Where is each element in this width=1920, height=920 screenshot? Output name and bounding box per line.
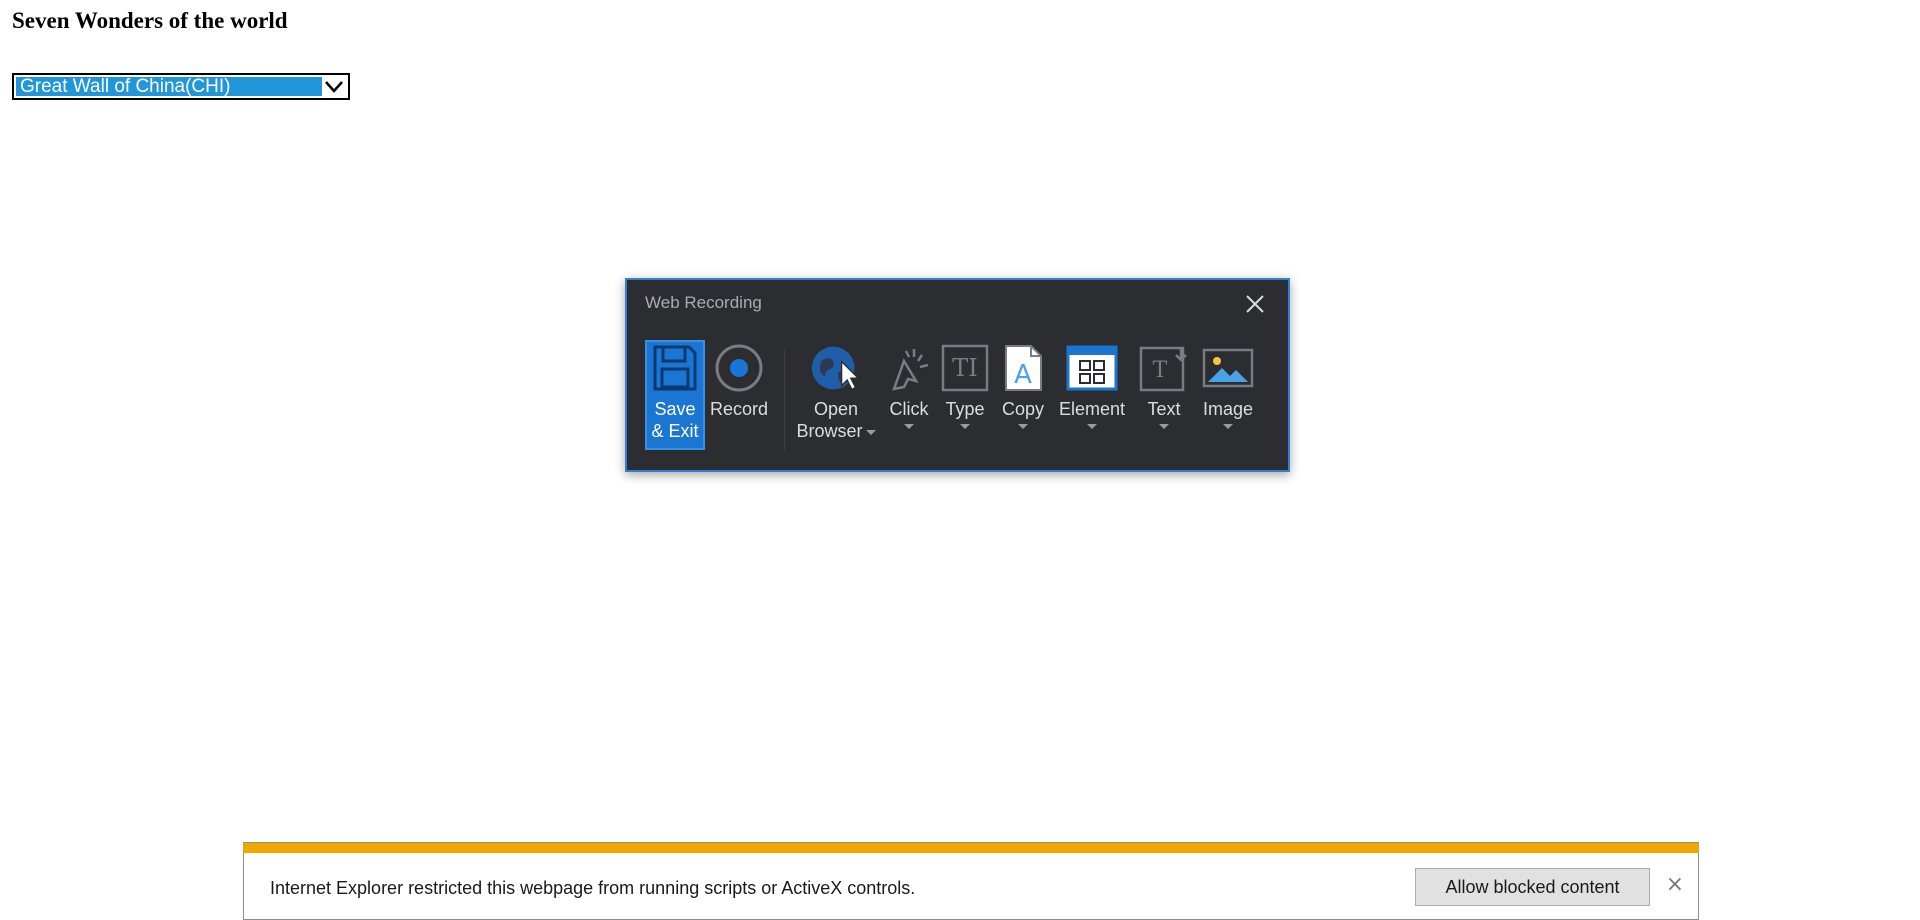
open-browser-button[interactable]: Open Browser <box>795 342 877 448</box>
type-dropdown-caret[interactable] <box>960 424 970 429</box>
element-label: Element <box>1058 399 1126 419</box>
image-icon <box>1202 342 1254 394</box>
globe-cursor-icon <box>810 342 862 394</box>
save-icon <box>649 342 701 394</box>
element-window-icon <box>1066 342 1118 394</box>
copy-button[interactable]: A Copy <box>997 342 1049 448</box>
wonders-select[interactable]: Great Wall of China(CHI) <box>12 73 350 100</box>
copy-label: Copy <box>1001 399 1045 419</box>
copy-dropdown-caret[interactable] <box>1018 424 1028 429</box>
save-exit-label: Save & Exit <box>651 399 699 441</box>
chevron-down-icon[interactable] <box>322 76 346 97</box>
notification-message: Internet Explorer restricted this webpag… <box>270 878 916 898</box>
notification-warning-stripe <box>243 842 1699 853</box>
svg-text:T: T <box>1153 358 1168 383</box>
element-dropdown-caret[interactable] <box>1087 424 1097 429</box>
record-label: Record <box>709 399 769 419</box>
image-label: Image <box>1202 399 1254 419</box>
click-label: Click <box>889 399 929 419</box>
type-button[interactable]: TI Type <box>939 342 991 448</box>
type-label: Type <box>945 399 985 419</box>
click-cursor-icon <box>883 342 935 394</box>
allow-blocked-content-button[interactable]: Allow blocked content <box>1415 868 1650 906</box>
record-icon <box>713 342 765 394</box>
ie-notification-bar: Internet Explorer restricted this webpag… <box>243 842 1699 920</box>
svg-text:TI: TI <box>952 354 978 382</box>
open-browser-dropdown-caret[interactable] <box>865 429 876 435</box>
toolbar-divider <box>784 350 785 450</box>
recorder-title: Web Recording <box>645 293 762 312</box>
select-selected-value: Great Wall of China(CHI) <box>16 77 322 96</box>
document-copy-icon: A <box>997 342 1049 394</box>
text-dropdown-caret[interactable] <box>1159 424 1169 429</box>
type-icon: TI <box>939 342 991 394</box>
click-dropdown-caret[interactable] <box>904 424 914 429</box>
web-recording-panel: Web Recording Save & Exit Record Open Br… <box>625 278 1290 472</box>
image-dropdown-caret[interactable] <box>1223 424 1233 429</box>
save-exit-button[interactable]: Save & Exit <box>645 340 705 450</box>
close-icon[interactable] <box>1244 293 1266 315</box>
close-icon[interactable]: × <box>1666 874 1684 896</box>
image-button[interactable]: Image <box>1197 342 1259 448</box>
svg-text:A: A <box>1014 360 1032 390</box>
click-button[interactable]: Click <box>883 342 935 448</box>
text-icon: T <box>1138 342 1190 394</box>
text-button[interactable]: T Text <box>1137 342 1191 448</box>
element-button[interactable]: Element <box>1057 342 1127 448</box>
page-title: Seven Wonders of the world <box>12 8 288 33</box>
text-label: Text <box>1147 399 1181 419</box>
record-button[interactable]: Record <box>709 342 769 448</box>
open-browser-label: Open Browser <box>796 398 876 442</box>
